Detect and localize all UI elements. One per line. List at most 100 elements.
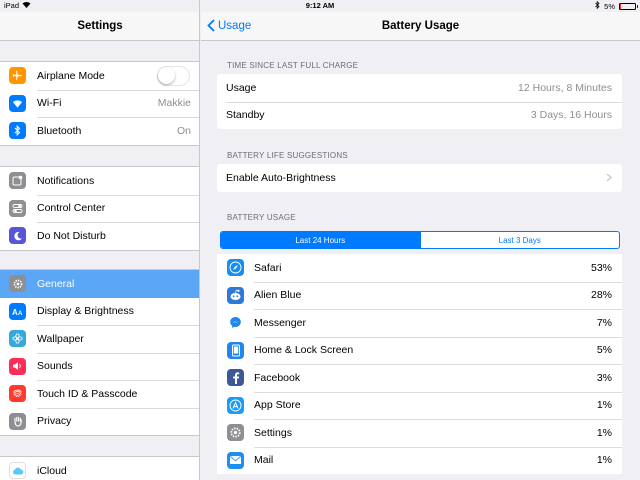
list-item[interactable]: Messenger 7% [217, 309, 622, 337]
section-header-suggestions: BATTERY LIFE SUGGESTIONS [227, 151, 348, 160]
app-percent: 5% [596, 344, 612, 357]
list-item[interactable]: Safari 53% [217, 254, 622, 282]
list-item[interactable]: Settings 1% [217, 419, 622, 447]
sidebar-item-icloud[interactable]: iCloud [0, 457, 199, 480]
sidebar-item-label: Display & Brightness [37, 305, 134, 318]
sidebar-item-label: Notifications [37, 174, 95, 187]
standby-time-value: 3 Days, 16 Hours [530, 109, 612, 122]
gear-icon [227, 424, 244, 442]
main-nav-bar: Usage Battery Usage [201, 12, 640, 41]
sidebar-item-label: Airplane Mode [37, 69, 105, 82]
segment-last-3-days[interactable]: Last 3 Days [419, 232, 620, 248]
toggle-knob [158, 66, 175, 84]
safari-icon [227, 259, 244, 277]
app-percent: 7% [596, 316, 612, 329]
sidebar-item-wifi[interactable]: Wi-Fi Makkie [0, 89, 199, 118]
svg-text:A: A [18, 311, 23, 316]
list-item[interactable]: App Store 1% [217, 391, 622, 420]
app-percent: 1% [596, 426, 612, 439]
battery-usage-list: Safari 53% Alien Blue 28% Messenger 7% H… [217, 254, 622, 474]
usage-time-value: 12 Hours, 8 Minutes [518, 81, 612, 94]
messenger-icon [227, 314, 244, 332]
enable-auto-brightness-row[interactable]: Enable Auto-Brightness [217, 164, 622, 192]
app-store-icon [227, 396, 244, 414]
sidebar-item-airplane-mode[interactable]: Airplane Mode [0, 62, 199, 90]
status-time: 9:12 AM [305, 1, 335, 10]
app-name: Alien Blue [254, 289, 302, 302]
app-name: App Store [254, 399, 301, 412]
sidebar-item-label: Wi-Fi [37, 97, 62, 110]
sidebar-nav-bar: Settings [0, 12, 199, 41]
app-percent: 3% [596, 371, 612, 384]
app-percent: 53% [590, 261, 612, 274]
standby-time-label: Standby [226, 109, 265, 122]
sidebar-item-do-not-disturb[interactable]: Do Not Disturb [0, 222, 199, 250]
app-percent: 28% [590, 289, 612, 302]
section-header-battery-usage: BATTERY USAGE [227, 213, 296, 222]
airplane-icon [9, 67, 26, 85]
list-item[interactable]: Mail 1% [217, 446, 622, 475]
sidebar-item-sounds[interactable]: Sounds [0, 352, 199, 381]
standby-time-row: Standby 3 Days, 16 Hours [217, 101, 622, 130]
usage-time-row: Usage 12 Hours, 8 Minutes [217, 74, 622, 102]
usage-time-label: Usage [226, 81, 257, 94]
sidebar-item-label: iCloud [37, 464, 67, 477]
bluetooth-status-icon [595, 0, 600, 11]
sidebar-item-general[interactable]: General [0, 270, 199, 298]
facebook-icon [227, 369, 244, 387]
sidebar-group-general: General AA Display & Brightness Wallpape… [0, 269, 199, 436]
sidebar-title: Settings [77, 20, 123, 32]
airplane-mode-toggle[interactable] [157, 65, 190, 86]
sidebar-item-label: Bluetooth [37, 124, 82, 137]
display-icon: AA [9, 302, 26, 320]
speaker-icon [9, 357, 26, 375]
app-name: Settings [254, 426, 292, 439]
status-bar: iPad 9:12 AM 5% [0, 0, 640, 12]
battery-level-fill [620, 3, 621, 9]
list-item[interactable]: Home & Lock Screen 5% [217, 336, 622, 365]
wifi-icon [9, 94, 26, 112]
sidebar-item-display-brightness[interactable]: AA Display & Brightness [0, 298, 199, 326]
ipad-icon [227, 341, 244, 359]
app-name: Home & Lock Screen [254, 344, 354, 357]
wallpaper-icon [9, 330, 26, 348]
sidebar-item-notifications[interactable]: Notifications [0, 167, 199, 195]
settings-sidebar: Settings Airplane Mode Wi-Fi Makkie Blue… [0, 0, 200, 480]
chevron-right-icon [606, 171, 612, 185]
sidebar-item-label: Touch ID & Passcode [37, 387, 138, 400]
wifi-network-value: Makkie [157, 97, 191, 110]
sidebar-item-label: Control Center [37, 202, 106, 215]
sidebar-item-wallpaper[interactable]: Wallpaper [0, 325, 199, 353]
bluetooth-icon [9, 122, 26, 140]
status-bar-right: 5% [595, 0, 638, 11]
list-item[interactable]: Alien Blue 28% [217, 281, 622, 310]
list-item[interactable]: Facebook 3% [217, 364, 622, 392]
segment-last-24-hours[interactable]: Last 24 Hours [221, 232, 420, 248]
sidebar-group-accounts: iCloud [0, 456, 199, 480]
sidebar-item-bluetooth[interactable]: Bluetooth On [0, 117, 199, 145]
hand-icon [9, 412, 26, 430]
app-name: Messenger [254, 316, 306, 329]
sidebar-item-label: General [37, 277, 75, 290]
time-range-segmented-control: Last 24 Hours Last 3 Days [220, 231, 620, 249]
section-header-time-since-charge: TIME SINCE LAST FULL CHARGE [227, 61, 359, 70]
sidebar-item-touch-id[interactable]: Touch ID & Passcode [0, 380, 199, 408]
mail-icon [227, 451, 244, 469]
time-since-charge-card: Usage 12 Hours, 8 Minutes Standby 3 Days… [217, 74, 622, 129]
sidebar-item-privacy[interactable]: Privacy [0, 407, 199, 436]
sidebar-item-label: Wallpaper [37, 332, 84, 345]
app-name: Facebook [254, 371, 301, 384]
cloud-icon [9, 462, 26, 480]
app-name: Mail [254, 454, 274, 467]
alien-blue-icon [227, 286, 244, 304]
moon-icon [9, 227, 26, 245]
enable-auto-brightness-label: Enable Auto-Brightness [226, 171, 336, 184]
fingerprint-icon [9, 385, 26, 403]
bluetooth-value: On [176, 124, 191, 137]
notifications-icon [9, 172, 26, 190]
sidebar-item-label: Do Not Disturb [37, 229, 106, 242]
sidebar-group-notifications: Notifications Control Center Do Not Dist… [0, 166, 199, 251]
battery-icon [619, 2, 638, 10]
sidebar-item-control-center[interactable]: Control Center [0, 194, 199, 223]
gear-icon [9, 275, 26, 293]
